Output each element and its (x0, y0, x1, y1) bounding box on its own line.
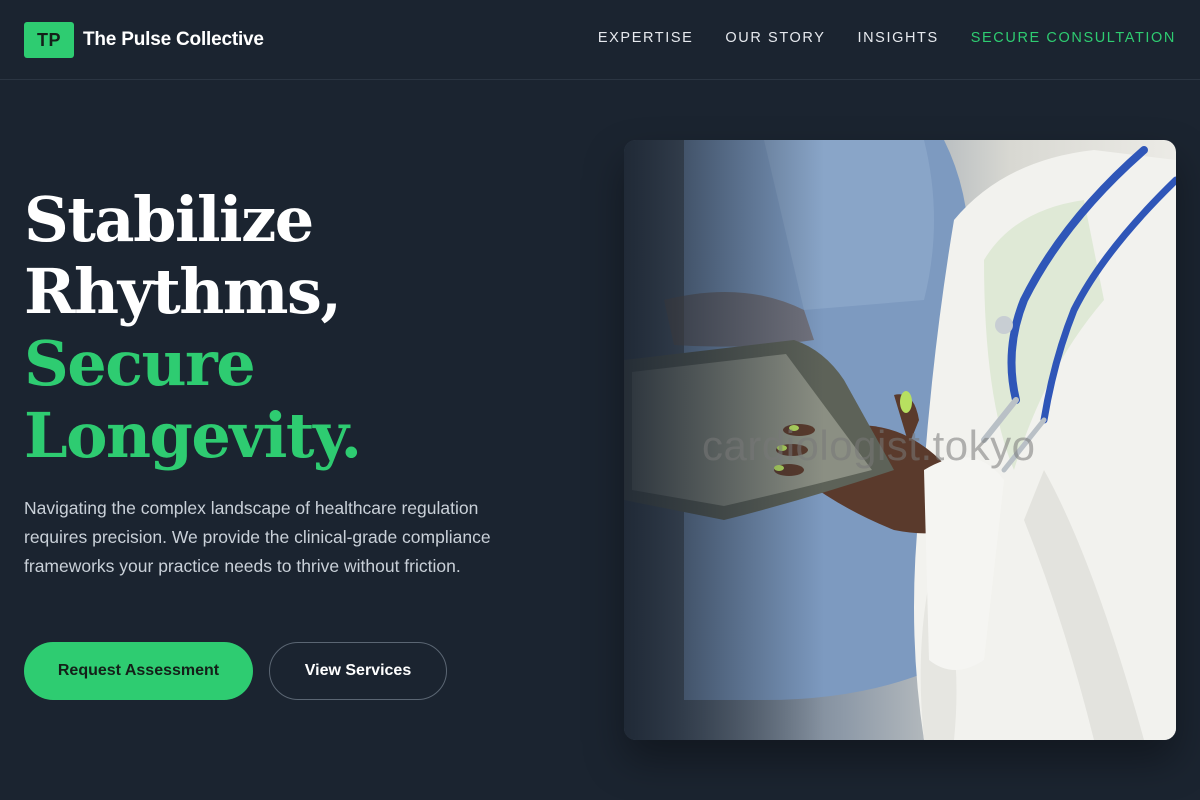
hero-image: cardiologist.tokyo (624, 140, 1176, 740)
nav-link-expertise[interactable]: EXPERTISE (598, 30, 694, 46)
hero-title-line-1: Stabilize (24, 183, 314, 256)
hero-title-line-4: Longevity. (24, 399, 362, 472)
doctor-illustration (624, 140, 1176, 740)
request-assessment-button[interactable]: Request Assessment (24, 642, 253, 700)
hero-title: Stabilize Rhythms, Secure Longevity. (24, 183, 362, 472)
hero-title-line-3: Secure (24, 327, 256, 400)
nav-link-secure-consultation[interactable]: SECURE CONSULTATION (971, 30, 1176, 46)
main-nav: EXPERTISE OUR STORY INSIGHTS SECURE CONS… (566, 30, 1176, 46)
view-services-button[interactable]: View Services (269, 642, 447, 700)
brand-name: The Pulse Collective (83, 29, 264, 50)
brand-logo[interactable]: TP The Pulse Collective (24, 22, 264, 58)
site-header: TP The Pulse Collective EXPERTISE OUR ST… (0, 0, 1200, 80)
hero-description: Navigating the complex landscape of heal… (24, 498, 491, 576)
brand-badge: TP (24, 22, 74, 58)
nav-link-our-story[interactable]: OUR STORY (725, 30, 825, 46)
hero-title-line-2: Rhythms, (24, 255, 342, 328)
nav-link-insights[interactable]: INSIGHTS (857, 30, 938, 46)
